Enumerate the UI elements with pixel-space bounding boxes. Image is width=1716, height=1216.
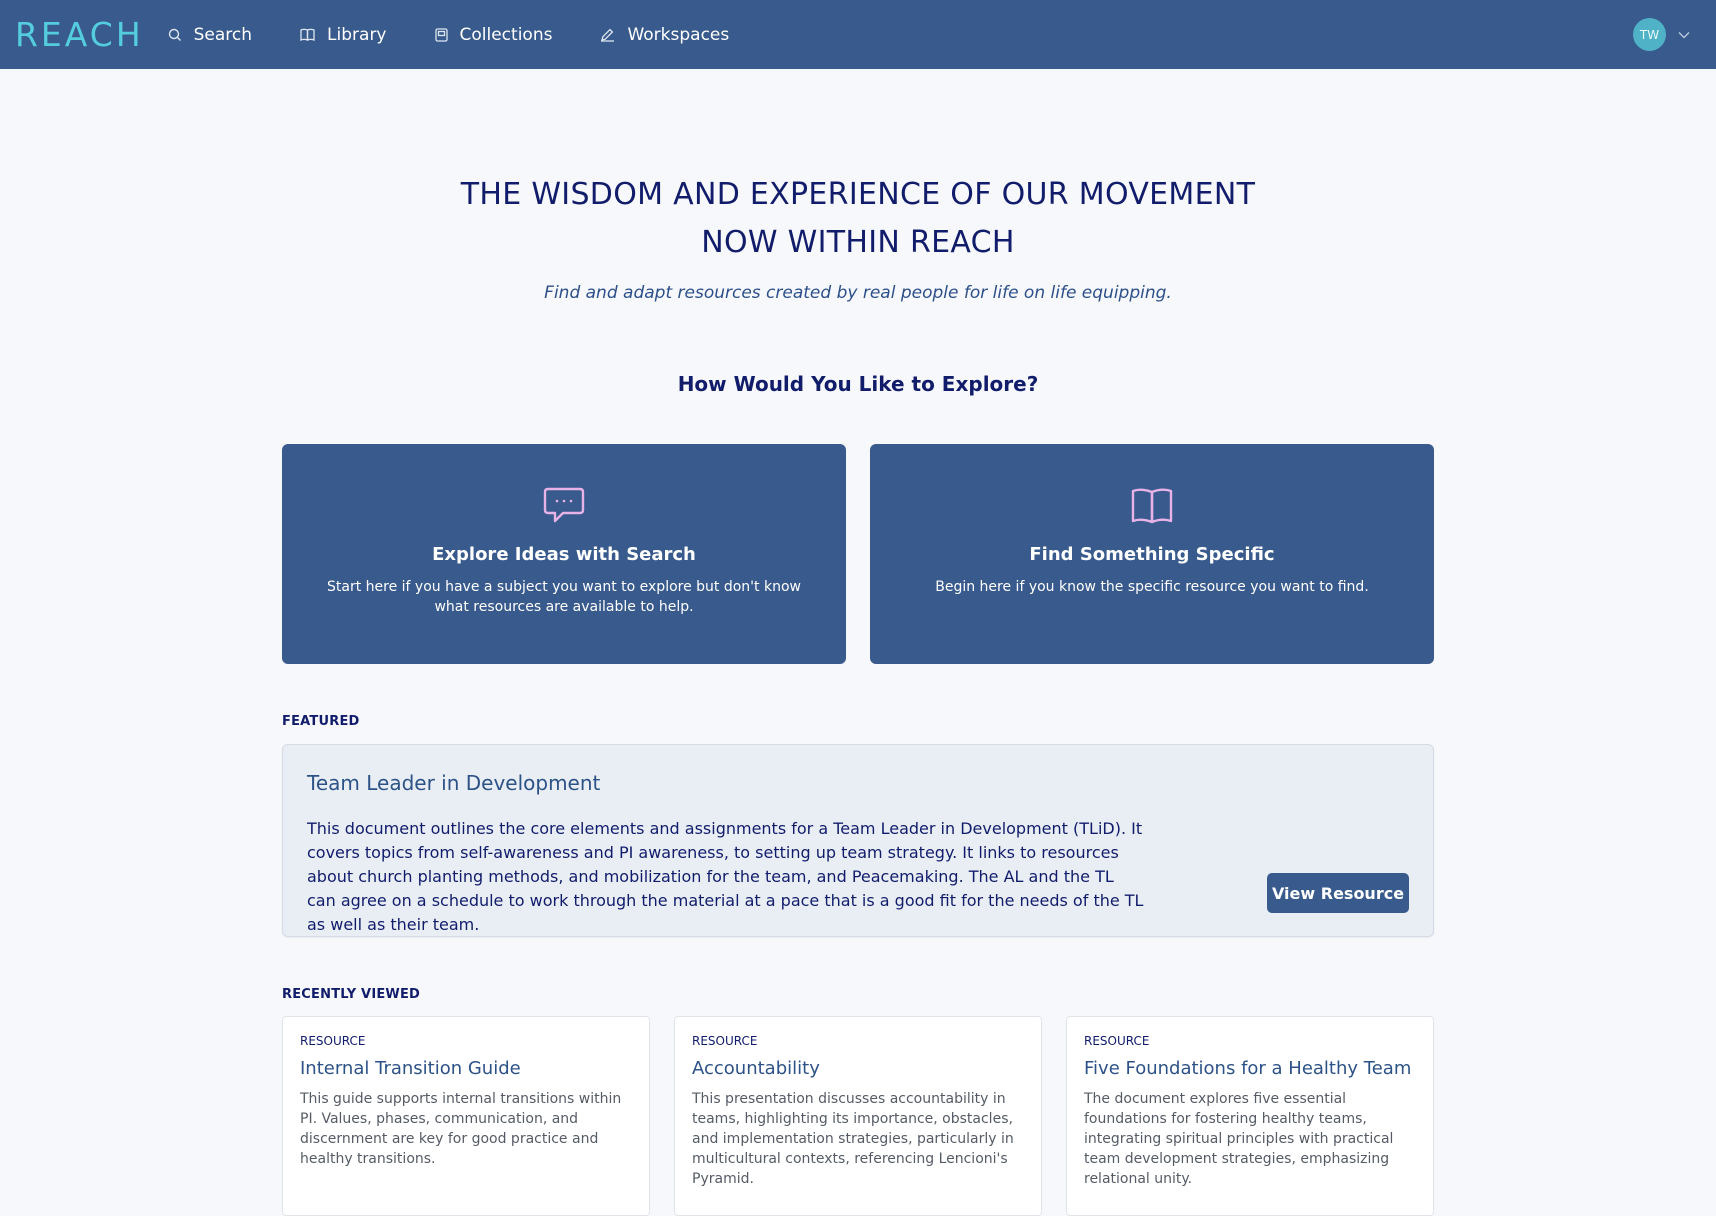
explore-options: Explore Ideas with Search Start here if … [282, 444, 1434, 664]
explore-search-card[interactable]: Explore Ideas with Search Start here if … [282, 444, 846, 664]
find-specific-card[interactable]: Find Something Specific Begin here if yo… [870, 444, 1434, 664]
hero-title-line2: NOW WITHIN REACH [701, 225, 1015, 260]
reach-logo[interactable]: REACH [15, 15, 144, 54]
book-icon [300, 28, 315, 41]
chevron-down-icon[interactable] [1678, 31, 1690, 39]
resource-type-label: RESOURCE [1084, 1034, 1150, 1048]
recent-item-internal-transition[interactable]: RESOURCE Internal Transition Guide This … [282, 1016, 650, 1216]
recent-item-description: The document explores five essential fou… [1084, 1091, 1394, 1187]
search-icon [168, 28, 181, 41]
find-specific-description: Begin here if you know the specific reso… [935, 579, 1369, 595]
explore-search-title: Explore Ideas with Search [432, 544, 696, 565]
hero-subtitle: Find and adapt resources created by real… [544, 283, 1172, 303]
recent-item-title[interactable]: Internal Transition Guide [300, 1058, 632, 1079]
resource-type-label: RESOURCE [692, 1034, 758, 1048]
recently-viewed-label: RECENTLY VIEWED [282, 987, 421, 1002]
open-book-icon [1131, 488, 1173, 524]
page-title: THE WISDOM AND EXPERIENCE OF OUR MOVEMEN… [0, 171, 1716, 267]
collection-icon [434, 27, 448, 42]
recent-item-title[interactable]: Five Foundations for a Healthy Team [1084, 1058, 1416, 1079]
featured-description: This document outlines the core elements… [307, 819, 1144, 934]
top-navbar: REACH Search Library Collections Workspa… [0, 0, 1716, 69]
hero-title-line1: THE WISDOM AND EXPERIENCE OF OUR MOVEMEN… [460, 177, 1256, 212]
hero-section: THE WISDOM AND EXPERIENCE OF OUR MOVEMEN… [0, 69, 1716, 396]
nav-search[interactable]: Search [168, 0, 252, 69]
main-content: Explore Ideas with Search Start here if … [282, 444, 1434, 1216]
featured-resource-card: Team Leader in Development This document… [282, 744, 1434, 937]
nav-workspaces-label: Workspaces [627, 24, 730, 45]
nav-collections-label: Collections [459, 24, 553, 45]
featured-title[interactable]: Team Leader in Development [307, 771, 1409, 795]
nav-library[interactable]: Library [300, 0, 387, 69]
recent-item-five-foundations[interactable]: RESOURCE Five Foundations for a Healthy … [1066, 1016, 1434, 1216]
resource-type-label: RESOURCE [300, 1034, 366, 1048]
nav-workspaces[interactable]: Workspaces [600, 0, 729, 69]
recent-item-description: This presentation discusses accountabili… [692, 1091, 1014, 1187]
recently-viewed-list: RESOURCE Internal Transition Guide This … [282, 1016, 1434, 1216]
featured-label: FEATURED [282, 714, 360, 729]
recent-item-title[interactable]: Accountability [692, 1058, 1024, 1079]
view-resource-button[interactable]: View Resource [1267, 873, 1409, 913]
nav-search-label: Search [193, 24, 253, 45]
nav-collections[interactable]: Collections [434, 0, 553, 69]
recent-item-description: This guide supports internal transitions… [300, 1091, 622, 1167]
edit-icon [601, 28, 615, 42]
avatar[interactable]: TW [1633, 18, 1666, 51]
user-menu[interactable]: TW [1633, 0, 1690, 69]
recent-item-accountability[interactable]: RESOURCE Accountability This presentatio… [674, 1016, 1042, 1216]
chat-bubble-icon [543, 487, 585, 523]
find-specific-title: Find Something Specific [1029, 544, 1275, 565]
explore-search-description: Start here if you have a subject you wan… [327, 579, 801, 615]
nav-library-label: Library [327, 24, 387, 45]
explore-heading: How Would You Like to Explore? [677, 372, 1039, 396]
